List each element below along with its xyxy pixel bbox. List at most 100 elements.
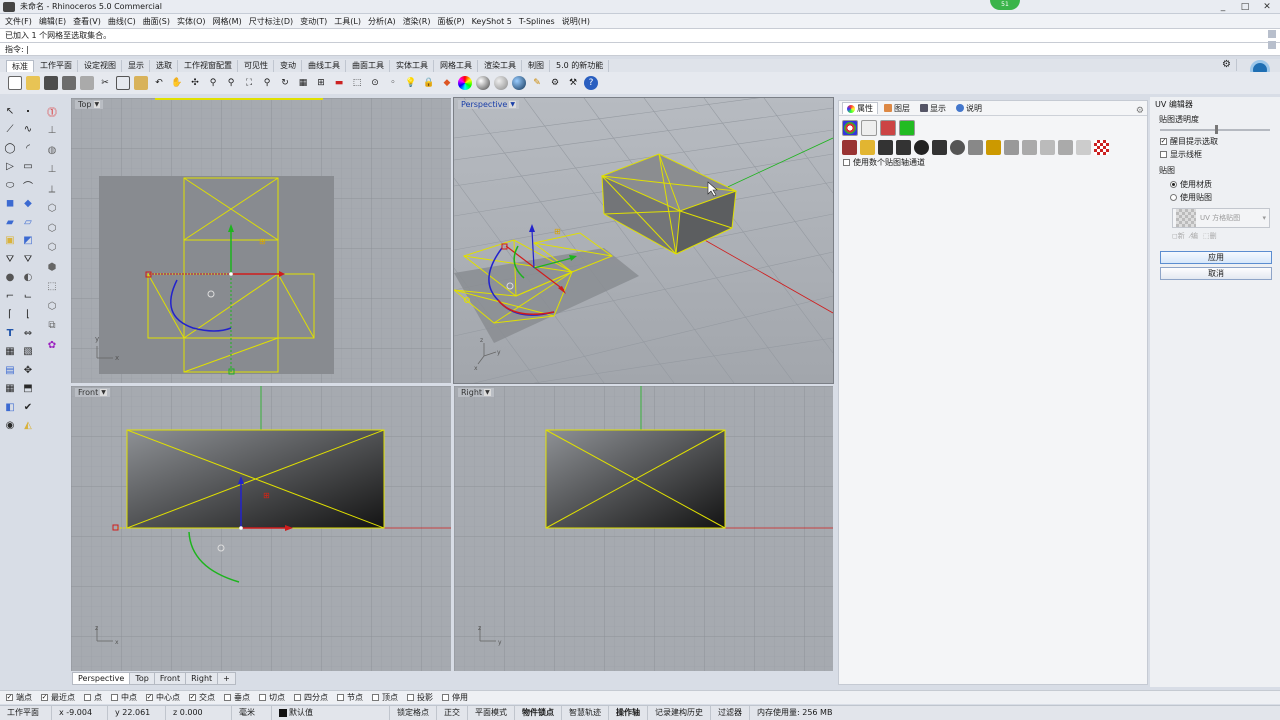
viewport-menu-arrow[interactable]: ▼ — [484, 389, 491, 396]
pan-icon[interactable]: ✋ — [170, 76, 184, 90]
cancel-button[interactable]: 取消 — [1160, 267, 1272, 280]
toolbar-tab-8[interactable]: 曲线工具 — [303, 59, 346, 72]
sub-view-persp-icon[interactable]: ⬢ — [44, 259, 60, 275]
select-points-icon[interactable]: ⬝ — [20, 103, 36, 119]
offset-icon[interactable]: ⌈ — [2, 307, 18, 323]
fillet-icon[interactable]: ● — [2, 270, 18, 286]
undo-view-icon[interactable]: ↻ — [278, 76, 292, 90]
delete-texture-button[interactable]: ⬚删 — [1203, 231, 1217, 241]
menu-item-5[interactable]: 实体(O) — [177, 16, 206, 27]
sub-view-top-icon[interactable]: ⬡ — [44, 201, 60, 217]
sub-cplane-icon[interactable]: ⊥ — [44, 123, 60, 139]
tab-front[interactable]: Front — [153, 672, 187, 685]
notification-badge[interactable]: 51 — [990, 0, 1020, 10]
command-scroll-down-icon[interactable] — [1268, 41, 1276, 49]
tab-display[interactable]: 显示 — [916, 103, 950, 114]
minimize-button[interactable]: _ — [1212, 0, 1234, 13]
menu-item-1[interactable]: 编辑(E) — [39, 16, 66, 27]
apply-button[interactable]: 应用 — [1160, 251, 1272, 264]
menu-item-7[interactable]: 尺寸标注(D) — [249, 16, 293, 27]
rendered-sphere-icon[interactable] — [494, 76, 508, 90]
osnap-option-12[interactable]: 停用 — [442, 692, 468, 703]
select-icon[interactable]: ↖ — [2, 103, 18, 119]
toolbar-tab-0[interactable]: 标准 — [6, 59, 34, 72]
menu-item-8[interactable]: 变动(T) — [300, 16, 327, 27]
grid-array-icon[interactable]: ▦ — [2, 381, 18, 397]
boolean-icon[interactable]: ◩ — [20, 233, 36, 249]
curve-icon[interactable]: ∿ — [20, 122, 36, 138]
object-properties-icon[interactable] — [842, 120, 858, 136]
grid-snap-toggle[interactable]: 锁定格点 — [390, 706, 437, 720]
edit-texture-button[interactable]: ⁄编 — [1190, 231, 1198, 241]
texture-mapping-icon[interactable] — [880, 120, 896, 136]
osnap-checkbox[interactable] — [337, 694, 344, 701]
use-mapping-radio[interactable] — [1170, 194, 1177, 201]
polyline-icon[interactable]: ⟋ — [2, 122, 18, 138]
sub-view-icon[interactable]: ⬡ — [44, 298, 60, 314]
decal-page-icon[interactable] — [899, 120, 915, 136]
filter-toggle[interactable]: 过滤器 — [711, 706, 750, 720]
menu-item-0[interactable]: 文件(F) — [5, 16, 32, 27]
dimension-icon[interactable]: ⇔ — [20, 325, 36, 341]
new-texture-button[interactable]: ◻新 — [1172, 231, 1185, 241]
paste-icon[interactable] — [134, 76, 148, 90]
menu-item-3[interactable]: 曲线(C) — [108, 16, 136, 27]
select-all-icon[interactable]: ⬚ — [350, 76, 364, 90]
sub-axis-icon[interactable]: ⟂ — [44, 181, 60, 197]
check-icon[interactable]: ✔ — [20, 399, 36, 415]
undo-icon[interactable]: ↶ — [152, 76, 166, 90]
toolbar-tab-12[interactable]: 渲染工具 — [479, 59, 522, 72]
toolbar-tab-3[interactable]: 显示 — [123, 59, 150, 72]
osnap-option-11[interactable]: 投影 — [407, 692, 433, 703]
planar-toggle[interactable]: 平面模式 — [468, 706, 515, 720]
menu-item-9[interactable]: 工具(L) — [334, 16, 361, 27]
help-icon[interactable]: ? — [584, 76, 598, 90]
solid-box-icon[interactable]: ▣ — [2, 233, 18, 249]
mapping-sphere-icon[interactable] — [914, 140, 929, 155]
osnap-toggle[interactable]: 物件锁点 — [515, 706, 562, 720]
trim-icon[interactable]: ⌙ — [20, 288, 36, 304]
osnap-option-10[interactable]: 顶点 — [372, 692, 398, 703]
osnap-option-3[interactable]: 中点 — [111, 692, 137, 703]
mapping-match-icon[interactable] — [1058, 140, 1073, 155]
osnap-option-6[interactable]: 垂点 — [224, 692, 250, 703]
viewport-menu-arrow[interactable]: ▼ — [509, 101, 516, 108]
mapping-gear-icon[interactable] — [1004, 140, 1019, 155]
viewport-menu-arrow[interactable]: ▼ — [100, 389, 107, 396]
show-wire-checkbox[interactable] — [1160, 151, 1167, 158]
surface-icon[interactable]: ◼ — [2, 196, 18, 212]
command-scroll-up-icon[interactable] — [1268, 30, 1276, 38]
mapping-extract-icon[interactable] — [1022, 140, 1037, 155]
polygon-icon[interactable]: ▷ — [2, 159, 18, 175]
layer-status[interactable]: 默认值 — [272, 706, 390, 720]
osnap-option-5[interactable]: ✓ 交点 — [189, 692, 215, 703]
sub-layout-icon[interactable]: ⬚ — [44, 279, 60, 295]
osnap-checkbox[interactable] — [372, 694, 379, 701]
multiple-channels-checkbox[interactable] — [843, 159, 850, 166]
toolbar-tab-1[interactable]: 工作平面 — [35, 59, 78, 72]
mapping-globe-icon[interactable] — [950, 140, 965, 155]
menu-item-6[interactable]: 网格(M) — [213, 16, 242, 27]
mapping-cylinder-icon[interactable] — [932, 140, 947, 155]
mapping-remove-icon[interactable] — [1094, 140, 1109, 155]
osnap-checkbox[interactable] — [84, 694, 91, 701]
toolbar-settings-icon[interactable]: ⚙ — [1217, 59, 1237, 71]
toolbar-tab-5[interactable]: 工作视窗配置 — [179, 59, 238, 72]
render-material-icon[interactable]: ◉ — [2, 418, 18, 434]
viewport-title-front[interactable]: Front ▼ — [75, 388, 110, 397]
osnap-checkbox[interactable]: ✓ — [41, 694, 48, 701]
osnap-option-8[interactable]: 四分点 — [294, 692, 328, 703]
texture-icon[interactable]: ◭ — [20, 418, 36, 434]
toolbar-tab-14[interactable]: 5.0 的新功能 — [551, 59, 610, 72]
freeform-icon[interactable]: ⌒ — [20, 177, 36, 193]
chamfer-icon[interactable]: ◐ — [20, 270, 36, 286]
new-file-icon[interactable] — [8, 76, 22, 90]
sub-view-front-icon[interactable]: ⬡ — [44, 220, 60, 236]
print-icon[interactable] — [62, 76, 76, 90]
tab-help[interactable]: 说明 — [952, 103, 986, 114]
command-prompt[interactable]: 指令: | — [0, 42, 1280, 56]
mapping-brush-icon[interactable] — [986, 140, 1001, 155]
menu-item-11[interactable]: 渲染(R) — [403, 16, 431, 27]
sub-plane-icon[interactable]: ⊥ — [44, 162, 60, 178]
history-toggle[interactable]: 记录建构历史 — [648, 706, 711, 720]
